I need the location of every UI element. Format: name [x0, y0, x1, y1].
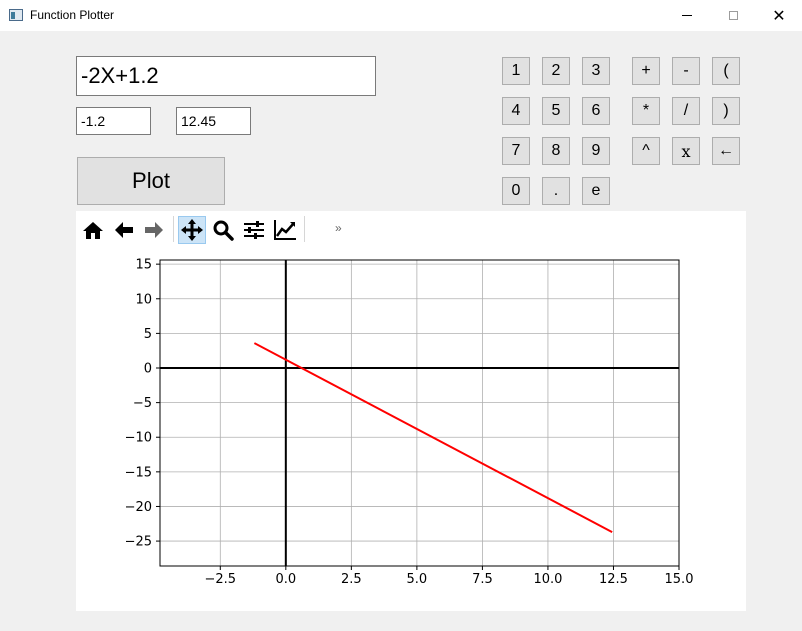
key-6[interactable]: 6 [582, 97, 610, 125]
x-tick-label: 10.0 [533, 572, 562, 587]
key-decimal[interactable]: . [542, 177, 570, 205]
expression-input[interactable] [76, 56, 376, 96]
app-icon [9, 9, 23, 21]
close-icon: ✕ [772, 7, 786, 25]
plot-frame [159, 259, 680, 567]
y-tick-label: −10 [125, 431, 152, 446]
key-3[interactable]: 3 [582, 57, 610, 85]
plot-button[interactable]: Plot [77, 157, 225, 205]
maximize-icon [728, 11, 738, 20]
line-chart: −2.5 0.0 2.5 5.0 7.5 10.0 12.5 15.0 15 10 5 0 −5 −10 −… [125, 258, 694, 587]
key-x[interactable]: x [672, 137, 700, 165]
y-tick-label: −15 [125, 465, 152, 480]
minimize-button[interactable] [664, 0, 710, 31]
key-backspace[interactable]: ← [712, 137, 740, 165]
x-tick-label: 2.5 [341, 572, 362, 587]
y-tick-label: 0 [144, 362, 152, 377]
key-7[interactable]: 7 [502, 137, 530, 165]
key-power[interactable]: ^ [632, 137, 660, 165]
x-tick-label: 7.5 [472, 572, 493, 587]
maximize-button[interactable] [710, 0, 756, 31]
key-2[interactable]: 2 [542, 57, 570, 85]
x-tick-label: −2.5 [204, 572, 236, 587]
x-max-input[interactable] [176, 107, 251, 135]
minimize-icon [682, 15, 692, 16]
y-tick-label: −25 [125, 535, 152, 550]
key-close-paren[interactable]: ) [712, 97, 740, 125]
title-bar: Function Plotter ✕ [0, 0, 802, 31]
y-tick-label: −20 [125, 500, 152, 515]
x-tick-label: 0.0 [275, 572, 296, 587]
key-4[interactable]: 4 [502, 97, 530, 125]
plot-canvas: » −2.5 0.0 2.5 5.0 7.5 10.0 12.5 15.0 15 10 5 0 −5 −1… [76, 211, 746, 611]
key-1[interactable]: 1 [502, 57, 530, 85]
x-tick-label: 12.5 [599, 572, 628, 587]
y-tick-label: 5 [144, 327, 152, 342]
x-min-input[interactable] [76, 107, 151, 135]
x-tick-label: 5.0 [407, 572, 428, 587]
key-5[interactable]: 5 [542, 97, 570, 125]
key-8[interactable]: 8 [542, 137, 570, 165]
key-e[interactable]: e [582, 177, 610, 205]
y-tick-label: 10 [135, 292, 152, 307]
key-minus[interactable]: - [672, 57, 700, 85]
key-0[interactable]: 0 [502, 177, 530, 205]
key-divide[interactable]: / [672, 97, 700, 125]
y-tick-label: 15 [135, 258, 152, 273]
x-tick-label: 15.0 [665, 572, 694, 587]
key-multiply[interactable]: * [632, 97, 660, 125]
window-title: Function Plotter [30, 8, 115, 22]
y-tick-label: −5 [133, 396, 152, 411]
key-open-paren[interactable]: ( [712, 57, 740, 85]
key-plus[interactable]: + [632, 57, 660, 85]
key-9[interactable]: 9 [582, 137, 610, 165]
close-button[interactable]: ✕ [756, 0, 802, 31]
